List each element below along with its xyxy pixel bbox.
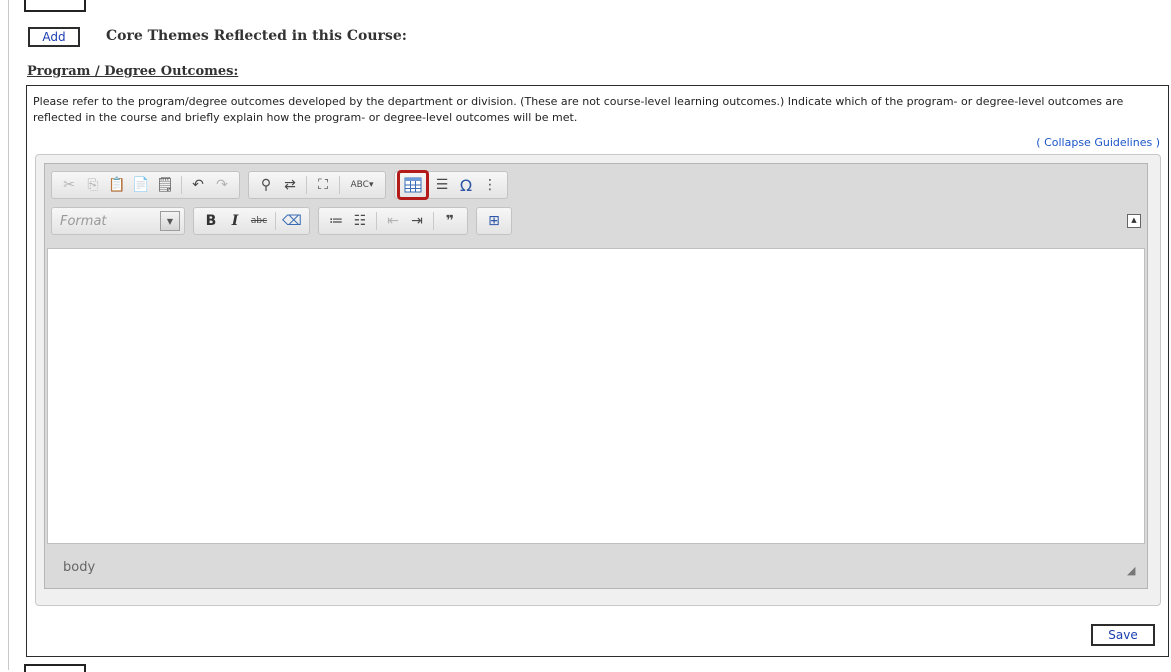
paragraph-group: ≔ ☷ ⇤ ⇥ ❞	[318, 207, 468, 235]
toolbar-separator	[433, 212, 434, 230]
numbered-list-icon[interactable]: ≔	[325, 210, 347, 232]
special-char-icon[interactable]: Ω	[455, 174, 477, 196]
find-icon[interactable]: ⚲	[255, 174, 277, 196]
collapse-toolbar-icon[interactable]: ▲	[1127, 214, 1141, 228]
table-icon-glyph	[404, 177, 422, 193]
italic-icon[interactable]: I	[224, 210, 246, 232]
indent-icon[interactable]: ⇥	[406, 210, 428, 232]
core-themes-label: Core Themes Reflected in this Course:	[106, 28, 407, 44]
horizontal-line-icon[interactable]: ☰	[431, 174, 453, 196]
maximize-group: ⊞	[476, 207, 512, 235]
clipboard-group: ✂ ⎘ 📋 📄 🗒 ↶ ↷	[51, 171, 240, 199]
blockquote-icon[interactable]: ❞	[439, 210, 461, 232]
resize-grip-icon[interactable]: ◢	[1127, 564, 1139, 577]
cut-icon[interactable]: ✂	[58, 174, 80, 196]
copy-icon[interactable]: ⎘	[82, 174, 104, 196]
bulleted-list-icon[interactable]: ☷	[349, 210, 371, 232]
toolbar-separator	[376, 212, 377, 230]
strikethrough-icon[interactable]: abc	[248, 210, 270, 232]
basic-styles-group: B I abc ⌫	[193, 207, 310, 235]
spellcheck-label: ABC	[350, 180, 369, 190]
next-button-stub[interactable]	[24, 664, 86, 672]
redo-icon[interactable]: ↷	[211, 174, 233, 196]
previous-button-stub[interactable]	[24, 0, 86, 12]
format-dropdown[interactable]: Format ▼	[56, 210, 180, 232]
editing-group: ⚲ ⇄ ⛶ ABC ▾	[248, 171, 386, 199]
select-all-icon[interactable]: ⛶	[312, 174, 334, 196]
guidelines-text: Please refer to the program/degree outco…	[33, 95, 1124, 124]
paste-word-icon[interactable]: 🗒	[154, 174, 176, 196]
outcomes-panel: Please refer to the program/degree outco…	[26, 85, 1169, 657]
editor-content-area[interactable]	[47, 248, 1145, 544]
table-icon[interactable]	[397, 170, 429, 200]
page-break-icon[interactable]: ⋮	[479, 174, 501, 196]
outdent-icon[interactable]: ⇤	[382, 210, 404, 232]
paste-text-icon[interactable]: 📄	[130, 174, 152, 196]
editor-inner: ✂ ⎘ 📋 📄 🗒 ↶ ↷ ⚲ ⇄ ⛶ ABC ▾ ☰ Ω ⋮ Format ▼…	[44, 163, 1148, 589]
toolbar-row-2: Format ▼ B I abc ⌫ ≔ ☷ ⇤ ⇥ ❞ ⊞	[51, 206, 520, 236]
remove-format-icon[interactable]: ⌫	[281, 210, 303, 232]
paste-icon[interactable]: 📋	[106, 174, 128, 196]
insert-group: ☰ Ω ⋮	[394, 170, 508, 200]
toolbar-separator	[181, 176, 182, 194]
replace-icon[interactable]: ⇄	[279, 174, 301, 196]
toolbar-separator	[306, 176, 307, 194]
rich-text-editor: ✂ ⎘ 📋 📄 🗒 ↶ ↷ ⚲ ⇄ ⛶ ABC ▾ ☰ Ω ⋮ Format ▼…	[35, 154, 1161, 606]
chevron-down-icon[interactable]: ▼	[160, 211, 180, 231]
toolbar-separator	[339, 176, 340, 194]
section-title: Program / Degree Outcomes:	[27, 64, 239, 79]
toolbar-row-1: ✂ ⎘ 📋 📄 🗒 ↶ ↷ ⚲ ⇄ ⛶ ABC ▾ ☰ Ω ⋮	[51, 170, 516, 200]
save-button[interactable]: Save	[1091, 624, 1155, 646]
add-core-theme-button[interactable]: Add	[28, 27, 80, 47]
format-group: Format ▼	[51, 207, 185, 235]
spellcheck-icon[interactable]: ABC ▾	[345, 174, 379, 196]
maximize-icon[interactable]: ⊞	[483, 210, 505, 232]
page-left-rule	[8, 0, 9, 670]
collapse-guidelines-link[interactable]: ( Collapse Guidelines )	[1036, 136, 1160, 149]
bold-icon[interactable]: B	[200, 210, 222, 232]
editor-status-bar: body ◢	[45, 546, 1147, 588]
element-path[interactable]: body	[63, 560, 95, 575]
toolbar-separator	[275, 212, 276, 230]
format-placeholder: Format	[60, 213, 107, 229]
undo-icon[interactable]: ↶	[187, 174, 209, 196]
